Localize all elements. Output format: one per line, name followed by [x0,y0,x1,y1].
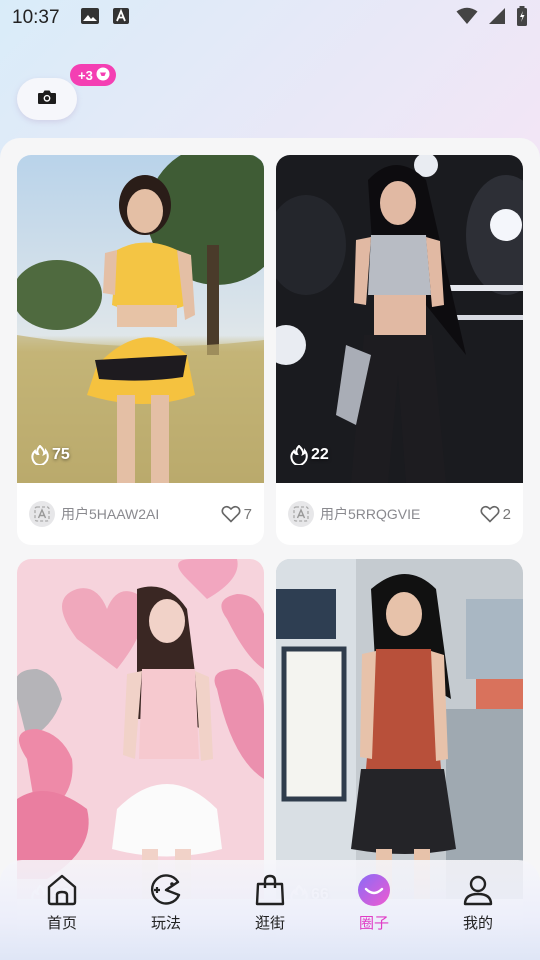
post-card[interactable]: 75 用户5HAAW2AI 7 [17,155,264,545]
nav-item-shop[interactable]: 逛街 [230,872,310,960]
nav-label: 我的 [462,914,493,932]
post-card[interactable]: 22 用户5RRQGVIE 2 [276,155,523,545]
nav-label: 圈子 [358,914,389,932]
user-name[interactable]: 用户5RRQGVIE [320,504,420,524]
camera-icon [37,89,57,109]
post-image[interactable]: 75 [17,155,264,483]
flame-icon [31,445,49,465]
camera-badge: +3 [70,64,116,86]
avatar[interactable] [288,501,314,527]
hot-value: 75 [52,446,70,463]
nav-label: 首页 [46,914,77,932]
wifi-icon [456,7,478,29]
nav-item-profile[interactable]: 我的 [438,872,518,960]
post-footer: 用户5RRQGVIE 2 [276,483,523,545]
bag-icon [253,872,287,908]
heart-icon [480,505,500,523]
hot-value: 22 [311,446,329,463]
battery-icon [516,6,528,30]
nav-label: 逛街 [254,914,285,932]
status-time: 10:37 [12,7,60,28]
game-icon [149,872,183,908]
hot-count: 22 [290,445,329,465]
like-button[interactable]: 2 [480,505,511,523]
text-notification-icon [112,7,130,29]
like-count: 2 [502,505,511,523]
like-button[interactable]: 7 [221,505,252,523]
heart-icon [221,505,241,523]
nav-item-circle[interactable]: 圈子 [334,872,414,960]
user-name[interactable]: 用户5HAAW2AI [61,504,159,524]
profile-icon [461,872,495,908]
camera-button[interactable] [17,78,77,120]
coin-icon [96,67,110,84]
signal-icon [488,7,506,29]
hot-count: 75 [31,445,70,465]
camera-badge-count: +3 [78,67,93,83]
bottom-nav: 首页 玩法 逛街 圈子 我的 [0,860,540,960]
home-icon [45,872,79,908]
like-count: 7 [243,505,252,523]
post-footer: 用户5HAAW2AI 7 [17,483,264,545]
status-bar: 10:37 [0,0,540,36]
flame-icon [290,445,308,465]
avatar[interactable] [29,501,55,527]
avatar-icon [34,506,50,522]
nav-item-play[interactable]: 玩法 [126,872,206,960]
nav-item-home[interactable]: 首页 [22,872,102,960]
post-image[interactable]: 42 [17,559,264,899]
nav-label: 玩法 [150,914,181,932]
post-image[interactable]: 66 [276,559,523,899]
feed-panel: 75 用户5HAAW2AI 7 22 用户5RRQGVIE 2 [0,138,540,960]
circle-icon [356,872,392,908]
image-notification-icon [80,7,100,29]
avatar-icon [293,506,309,522]
post-image[interactable]: 22 [276,155,523,483]
